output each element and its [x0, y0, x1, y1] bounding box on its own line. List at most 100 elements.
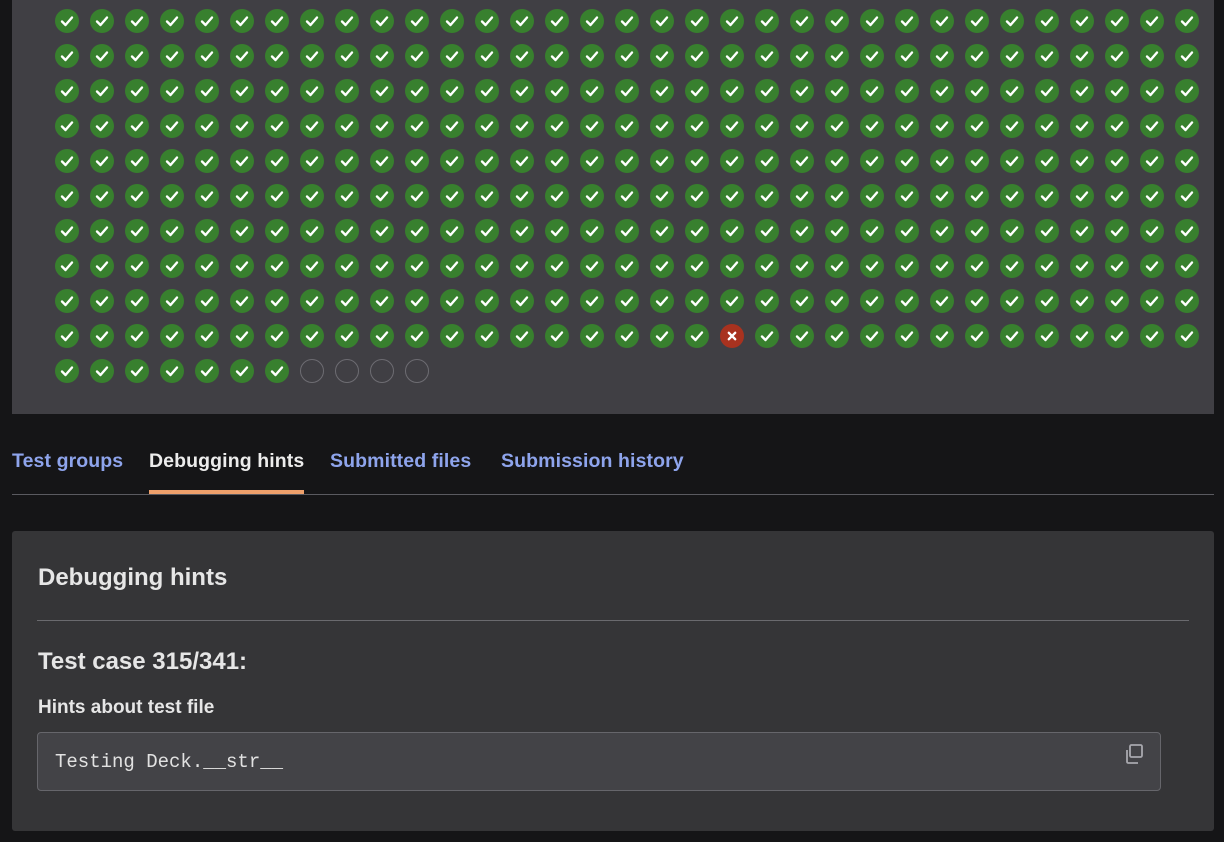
- test-case-passed-icon[interactable]: [405, 184, 429, 208]
- test-case-passed-icon[interactable]: [825, 9, 849, 33]
- test-case-passed-icon[interactable]: [265, 9, 289, 33]
- test-case-passed-icon[interactable]: [790, 44, 814, 68]
- test-case-passed-icon[interactable]: [1140, 149, 1164, 173]
- test-case-passed-icon[interactable]: [1140, 44, 1164, 68]
- test-case-passed-icon[interactable]: [300, 324, 324, 348]
- test-case-passed-icon[interactable]: [615, 184, 639, 208]
- test-case-passed-icon[interactable]: [300, 184, 324, 208]
- test-case-passed-icon[interactable]: [685, 114, 709, 138]
- test-case-passed-icon[interactable]: [615, 149, 639, 173]
- test-case-passed-icon[interactable]: [300, 44, 324, 68]
- test-case-passed-icon[interactable]: [1000, 289, 1024, 313]
- test-case-passed-icon[interactable]: [930, 44, 954, 68]
- test-case-passed-icon[interactable]: [790, 149, 814, 173]
- test-case-not-run-icon[interactable]: [370, 359, 394, 383]
- test-case-passed-icon[interactable]: [755, 289, 779, 313]
- test-case-passed-icon[interactable]: [300, 149, 324, 173]
- test-case-passed-icon[interactable]: [720, 114, 744, 138]
- test-case-passed-icon[interactable]: [125, 44, 149, 68]
- test-case-passed-icon[interactable]: [1175, 254, 1199, 278]
- test-case-passed-icon[interactable]: [895, 324, 919, 348]
- test-case-passed-icon[interactable]: [475, 114, 499, 138]
- test-case-passed-icon[interactable]: [965, 149, 989, 173]
- test-case-passed-icon[interactable]: [370, 149, 394, 173]
- test-case-passed-icon[interactable]: [580, 149, 604, 173]
- test-case-passed-icon[interactable]: [160, 289, 184, 313]
- test-case-passed-icon[interactable]: [615, 79, 639, 103]
- test-case-passed-icon[interactable]: [160, 359, 184, 383]
- test-case-passed-icon[interactable]: [90, 254, 114, 278]
- test-case-passed-icon[interactable]: [265, 114, 289, 138]
- test-case-passed-icon[interactable]: [230, 254, 254, 278]
- test-case-passed-icon[interactable]: [685, 44, 709, 68]
- test-case-passed-icon[interactable]: [230, 324, 254, 348]
- test-case-passed-icon[interactable]: [580, 324, 604, 348]
- test-case-passed-icon[interactable]: [300, 9, 324, 33]
- test-case-passed-icon[interactable]: [440, 114, 464, 138]
- test-case-passed-icon[interactable]: [1070, 254, 1094, 278]
- test-case-passed-icon[interactable]: [650, 114, 674, 138]
- test-case-passed-icon[interactable]: [55, 9, 79, 33]
- test-case-passed-icon[interactable]: [370, 184, 394, 208]
- test-case-passed-icon[interactable]: [90, 359, 114, 383]
- test-case-passed-icon[interactable]: [650, 219, 674, 243]
- test-case-passed-icon[interactable]: [1175, 149, 1199, 173]
- test-case-passed-icon[interactable]: [720, 219, 744, 243]
- test-case-passed-icon[interactable]: [1140, 79, 1164, 103]
- test-case-passed-icon[interactable]: [370, 9, 394, 33]
- test-case-passed-icon[interactable]: [475, 219, 499, 243]
- test-case-passed-icon[interactable]: [825, 324, 849, 348]
- test-case-passed-icon[interactable]: [720, 149, 744, 173]
- test-case-passed-icon[interactable]: [90, 79, 114, 103]
- test-case-passed-icon[interactable]: [440, 219, 464, 243]
- test-case-passed-icon[interactable]: [405, 114, 429, 138]
- test-case-passed-icon[interactable]: [125, 114, 149, 138]
- test-case-passed-icon[interactable]: [55, 359, 79, 383]
- test-case-passed-icon[interactable]: [930, 289, 954, 313]
- test-case-passed-icon[interactable]: [755, 184, 779, 208]
- test-case-passed-icon[interactable]: [790, 289, 814, 313]
- test-case-passed-icon[interactable]: [580, 79, 604, 103]
- test-case-passed-icon[interactable]: [545, 114, 569, 138]
- test-case-passed-icon[interactable]: [615, 324, 639, 348]
- test-case-passed-icon[interactable]: [230, 219, 254, 243]
- test-case-passed-icon[interactable]: [545, 289, 569, 313]
- test-case-passed-icon[interactable]: [125, 9, 149, 33]
- test-case-passed-icon[interactable]: [1000, 9, 1024, 33]
- test-case-passed-icon[interactable]: [720, 184, 744, 208]
- test-case-passed-icon[interactable]: [1070, 324, 1094, 348]
- test-case-passed-icon[interactable]: [1000, 324, 1024, 348]
- test-case-passed-icon[interactable]: [370, 79, 394, 103]
- test-case-passed-icon[interactable]: [1175, 324, 1199, 348]
- test-case-passed-icon[interactable]: [825, 114, 849, 138]
- test-case-passed-icon[interactable]: [90, 324, 114, 348]
- test-case-passed-icon[interactable]: [1070, 184, 1094, 208]
- test-case-passed-icon[interactable]: [125, 359, 149, 383]
- test-case-passed-icon[interactable]: [895, 114, 919, 138]
- test-case-passed-icon[interactable]: [1070, 219, 1094, 243]
- test-case-passed-icon[interactable]: [930, 184, 954, 208]
- test-case-passed-icon[interactable]: [265, 359, 289, 383]
- test-case-passed-icon[interactable]: [125, 324, 149, 348]
- test-case-passed-icon[interactable]: [1140, 324, 1164, 348]
- test-case-passed-icon[interactable]: [615, 114, 639, 138]
- test-case-passed-icon[interactable]: [615, 44, 639, 68]
- test-case-passed-icon[interactable]: [300, 254, 324, 278]
- test-case-passed-icon[interactable]: [685, 254, 709, 278]
- test-case-passed-icon[interactable]: [965, 9, 989, 33]
- test-case-passed-icon[interactable]: [475, 44, 499, 68]
- test-case-passed-icon[interactable]: [755, 114, 779, 138]
- test-case-passed-icon[interactable]: [440, 44, 464, 68]
- test-case-passed-icon[interactable]: [1105, 9, 1129, 33]
- test-case-passed-icon[interactable]: [965, 254, 989, 278]
- test-case-passed-icon[interactable]: [160, 184, 184, 208]
- test-case-passed-icon[interactable]: [90, 114, 114, 138]
- test-case-passed-icon[interactable]: [1105, 289, 1129, 313]
- test-case-passed-icon[interactable]: [650, 149, 674, 173]
- test-case-passed-icon[interactable]: [125, 219, 149, 243]
- tab-submitted-files[interactable]: Submitted files: [330, 450, 471, 473]
- test-case-passed-icon[interactable]: [965, 44, 989, 68]
- test-case-passed-icon[interactable]: [965, 184, 989, 208]
- test-case-passed-icon[interactable]: [790, 184, 814, 208]
- test-case-passed-icon[interactable]: [930, 149, 954, 173]
